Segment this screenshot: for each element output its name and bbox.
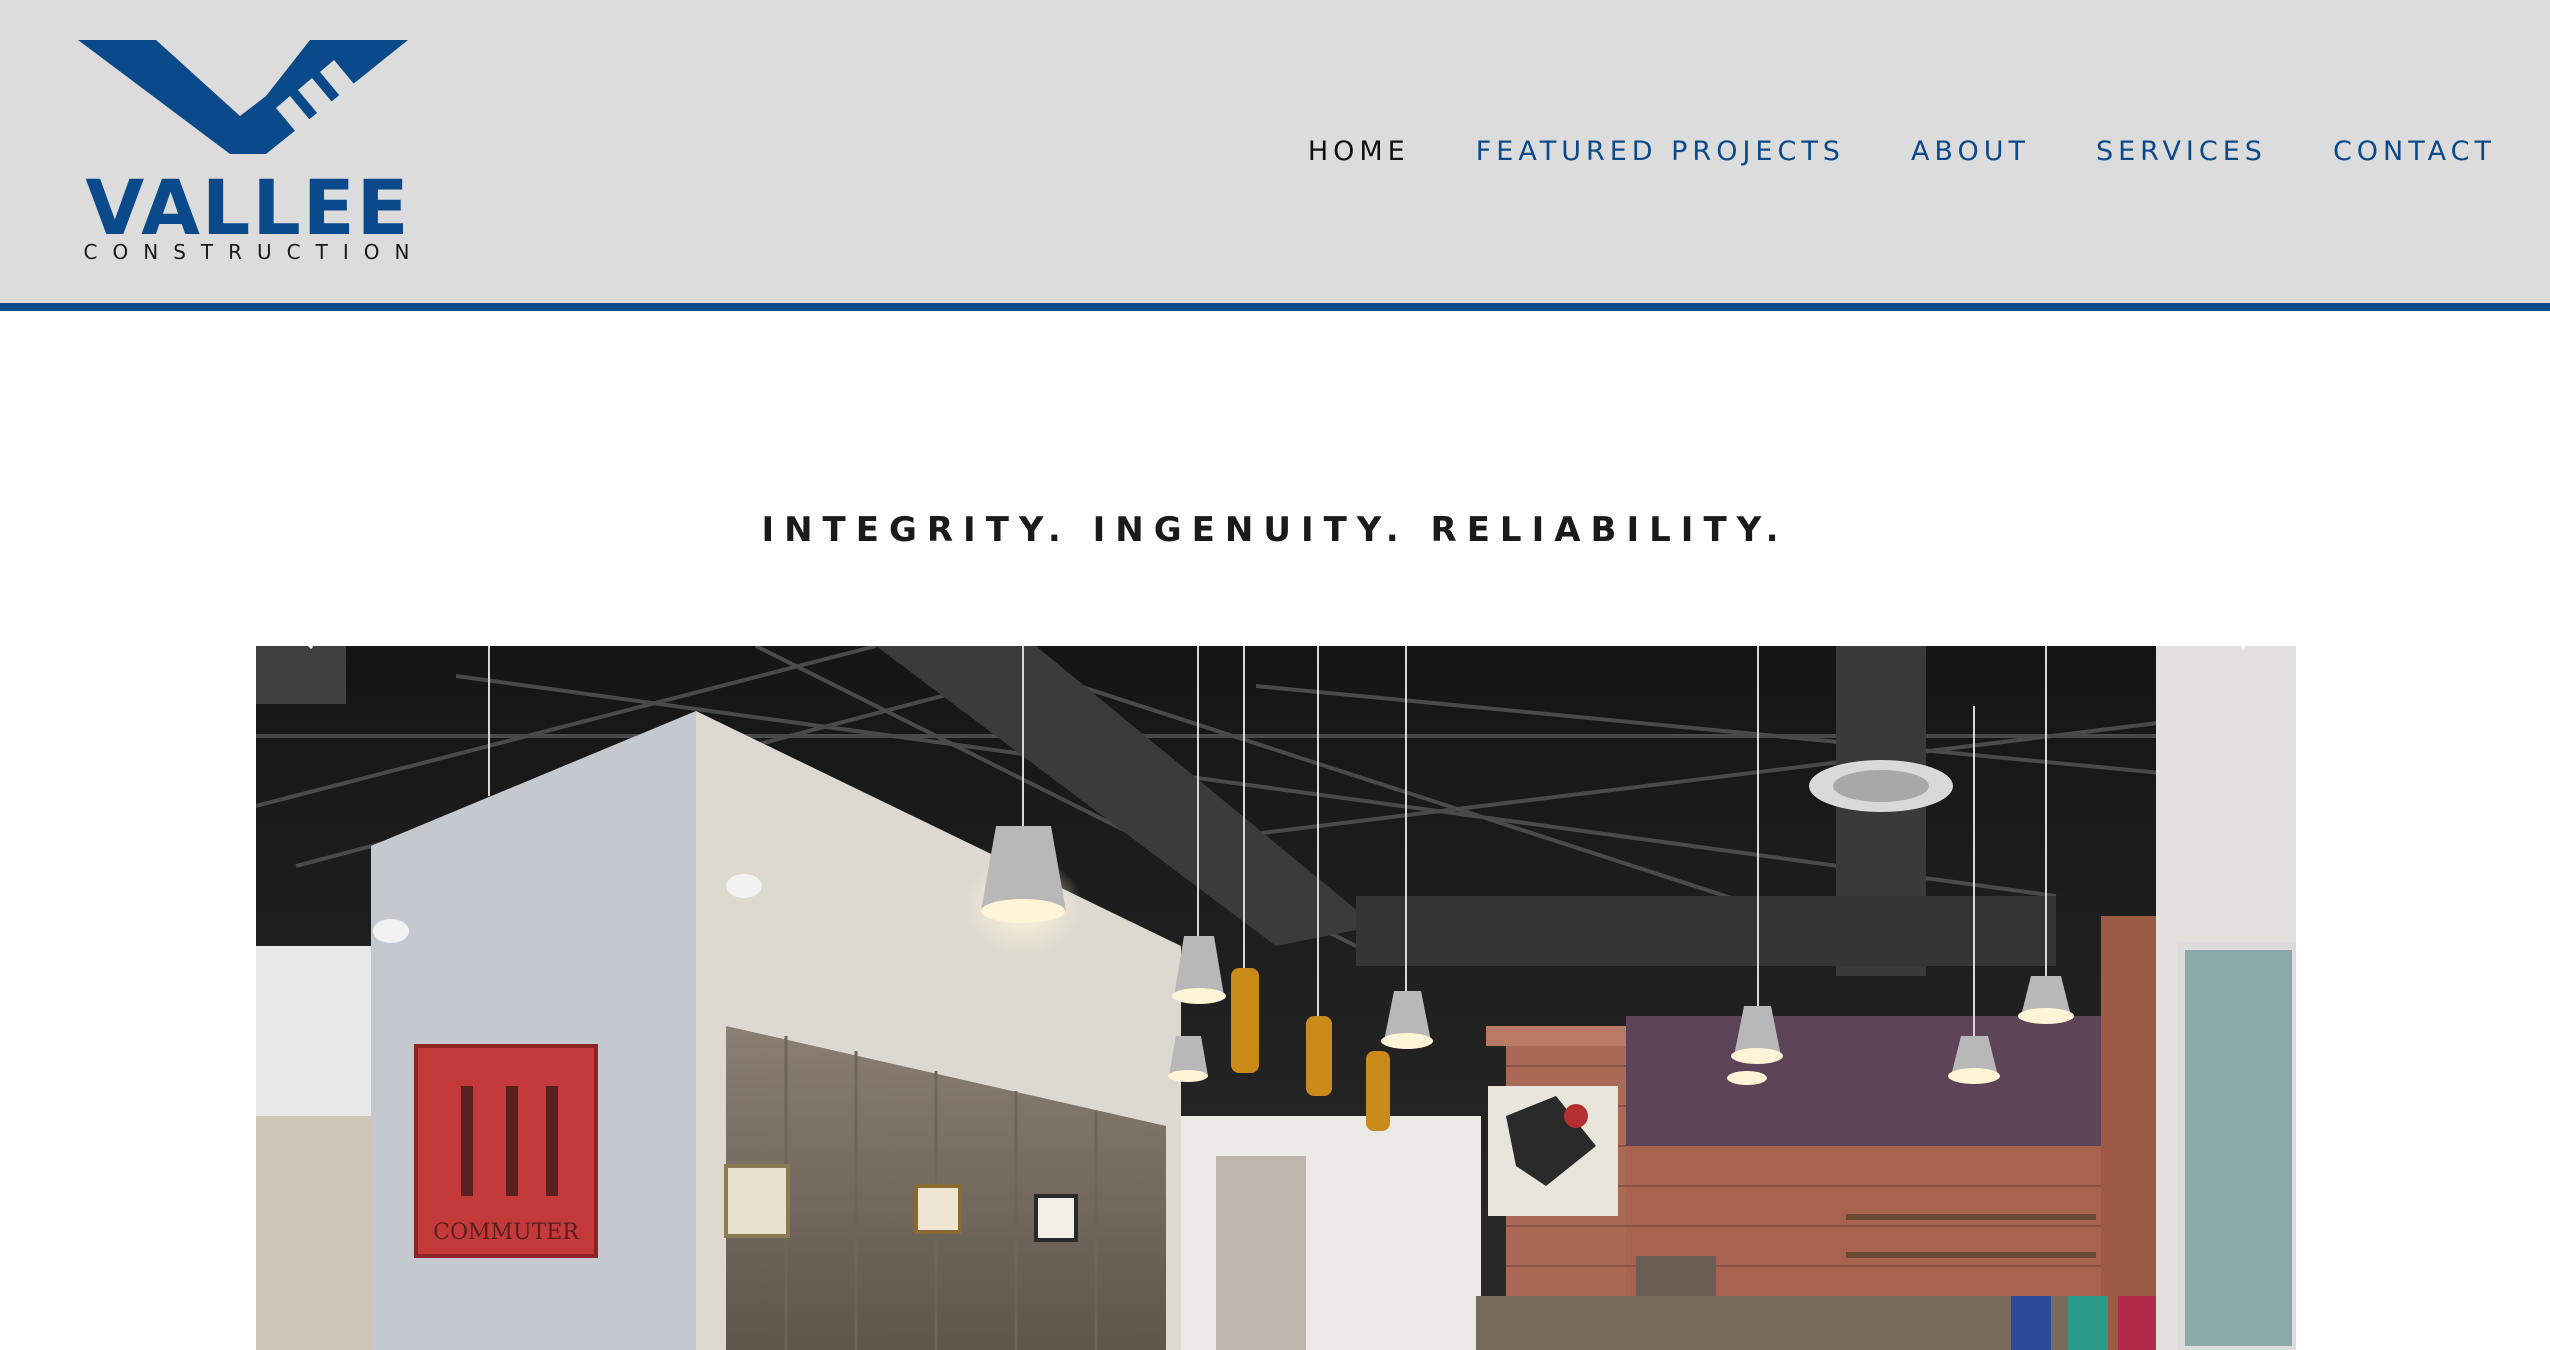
page-tagline: INTEGRITY. INGENUITY. RELIABILITY. (761, 510, 1789, 550)
slide-image: COMMUTER (256, 646, 2296, 1350)
site-header: VALLEE CONSTRUCTION HOME FEATURED PROJEC… (0, 0, 2550, 311)
slide-next-button[interactable] (2208, 543, 2298, 704)
chevron-right-icon (2240, 598, 2267, 649)
vallee-v-logo-icon (78, 40, 408, 154)
nav-featured-projects[interactable]: FEATURED PROJECTS (1476, 136, 1845, 167)
slide-sign-text: COMMUTER (433, 1220, 580, 1245)
chevron-left-icon (287, 598, 314, 649)
logo-subtitle: CONSTRUCTION (83, 240, 425, 264)
slide-prev-button[interactable] (256, 543, 346, 704)
hero-slideshow[interactable]: COMMUTER (256, 646, 2296, 1350)
site-logo[interactable]: VALLEE CONSTRUCTION (58, 38, 438, 268)
main-nav: HOME FEATURED PROJECTS ABOUT SERVICES CO… (1308, 136, 2496, 167)
nav-home[interactable]: HOME (1308, 136, 1410, 167)
nav-contact[interactable]: CONTACT (2333, 136, 2496, 167)
nav-about[interactable]: ABOUT (1911, 136, 2030, 167)
nav-services[interactable]: SERVICES (2096, 136, 2267, 167)
logo-wordmark: VALLEE (85, 163, 411, 252)
